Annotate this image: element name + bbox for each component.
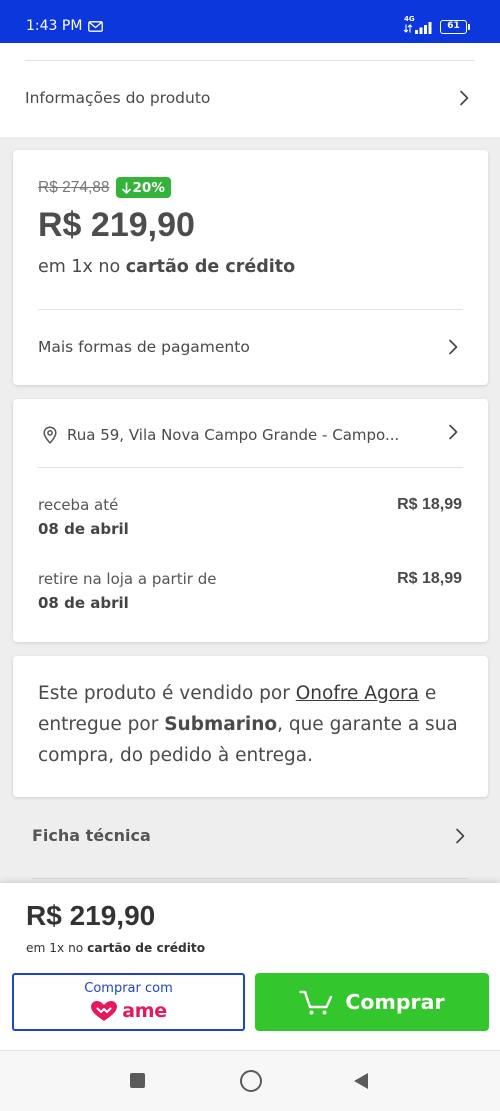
discount-badge: 20%	[115, 177, 171, 198]
signal-icon	[415, 20, 433, 34]
product-info-row[interactable]: Informações do produto	[0, 79, 500, 117]
delivery-option-label: retire na loja a partir de	[38, 570, 217, 588]
cart-icon	[299, 989, 333, 1016]
purchase-bar-installment: em 1x no cartão de crédito	[26, 940, 205, 956]
status-time: 1:43 PM	[26, 18, 83, 34]
heart-logo-icon	[90, 1000, 118, 1022]
seller-link[interactable]: Onofre Agora	[296, 683, 419, 704]
seller-text-part: Este produto é vendido por	[38, 683, 296, 704]
recent-apps-icon[interactable]	[130, 1073, 145, 1088]
ame-button-label: Comprar com	[84, 981, 173, 996]
delivery-option-price: R$ 18,99	[397, 496, 462, 513]
spec-sheet-row[interactable]: Ficha técnica	[0, 816, 500, 856]
divider	[25, 60, 475, 61]
delivery-address-row[interactable]: Rua 59, Vila Nova Campo Grande - Campo..…	[13, 419, 488, 451]
gmail-icon	[88, 21, 103, 32]
product-info-section: Informações do produto	[0, 43, 500, 137]
installment-prefix: em 1x no	[38, 257, 126, 277]
system-navigation-bar	[0, 1050, 500, 1111]
chevron-right-icon	[459, 90, 469, 106]
product-info-label: Informações do produto	[25, 89, 211, 107]
old-price: R$ 274,88	[38, 178, 110, 196]
buy-with-ame-button[interactable]: Comprar com ame	[12, 973, 245, 1031]
old-price-row: R$ 274,88 20%	[38, 177, 171, 198]
back-icon[interactable]	[353, 1072, 369, 1090]
buy-button[interactable]: Comprar	[255, 973, 489, 1031]
seller-info-text: Este produto é vendido por Onofre Agora …	[38, 678, 478, 771]
carrier-name: Submarino	[164, 714, 278, 735]
buy-button-label: Comprar	[345, 990, 445, 1014]
battery-icon: 61	[440, 20, 467, 34]
divider	[32, 878, 468, 879]
delivery-option-home: receba até 08 de abril R$ 18,99	[13, 494, 488, 540]
chevron-right-icon	[455, 828, 465, 844]
delivery-card: Rua 59, Vila Nova Campo Grande - Campo..…	[13, 399, 488, 642]
more-payment-options-label: Mais formas de pagamento	[38, 338, 250, 356]
installment-prefix: em 1x no	[26, 941, 88, 955]
current-price: R$ 219,90	[38, 206, 195, 244]
delivery-option-price: R$ 18,99	[397, 570, 462, 587]
seller-card: Este produto é vendido por Onofre Agora …	[13, 656, 488, 797]
battery-level: 61	[447, 21, 460, 31]
network-type: 4G	[404, 15, 415, 23]
spec-sheet-label: Ficha técnica	[32, 826, 151, 845]
divider	[38, 467, 463, 468]
more-payment-options-row[interactable]: Mais formas de pagamento	[13, 330, 488, 364]
discount-value: 20%	[132, 179, 165, 196]
ame-logo-text: ame	[122, 1000, 167, 1022]
divider	[38, 309, 463, 310]
ame-logo: ame	[14, 1000, 243, 1022]
home-icon[interactable]	[240, 1070, 262, 1092]
purchase-bar-price: R$ 219,90	[26, 900, 156, 931]
arrow-down-icon	[121, 181, 131, 194]
delivery-address: Rua 59, Vila Nova Campo Grande - Campo..…	[67, 426, 400, 444]
data-activity-icon	[403, 24, 413, 33]
delivery-option-date: 08 de abril	[38, 520, 129, 538]
installment-method: cartão de crédito	[125, 257, 296, 277]
delivery-option-label: receba até	[38, 496, 119, 514]
delivery-option-date: 08 de abril	[38, 594, 129, 612]
installment-method: cartão de crédito	[87, 941, 206, 955]
price-card: R$ 274,88 20% R$ 219,90 em 1x no cartão …	[13, 150, 488, 385]
chevron-right-icon	[448, 339, 458, 355]
purchase-bar: R$ 219,90 em 1x no cartão de crédito Com…	[0, 883, 500, 1050]
installment-info: em 1x no cartão de crédito	[38, 254, 295, 280]
chevron-right-icon	[448, 424, 458, 440]
location-pin-icon	[43, 426, 57, 444]
battery-nub	[468, 24, 470, 30]
status-bar: 1:43 PM 4G 61	[0, 0, 500, 43]
delivery-option-pickup: retire na loja a partir de 08 de abril R…	[13, 568, 488, 614]
